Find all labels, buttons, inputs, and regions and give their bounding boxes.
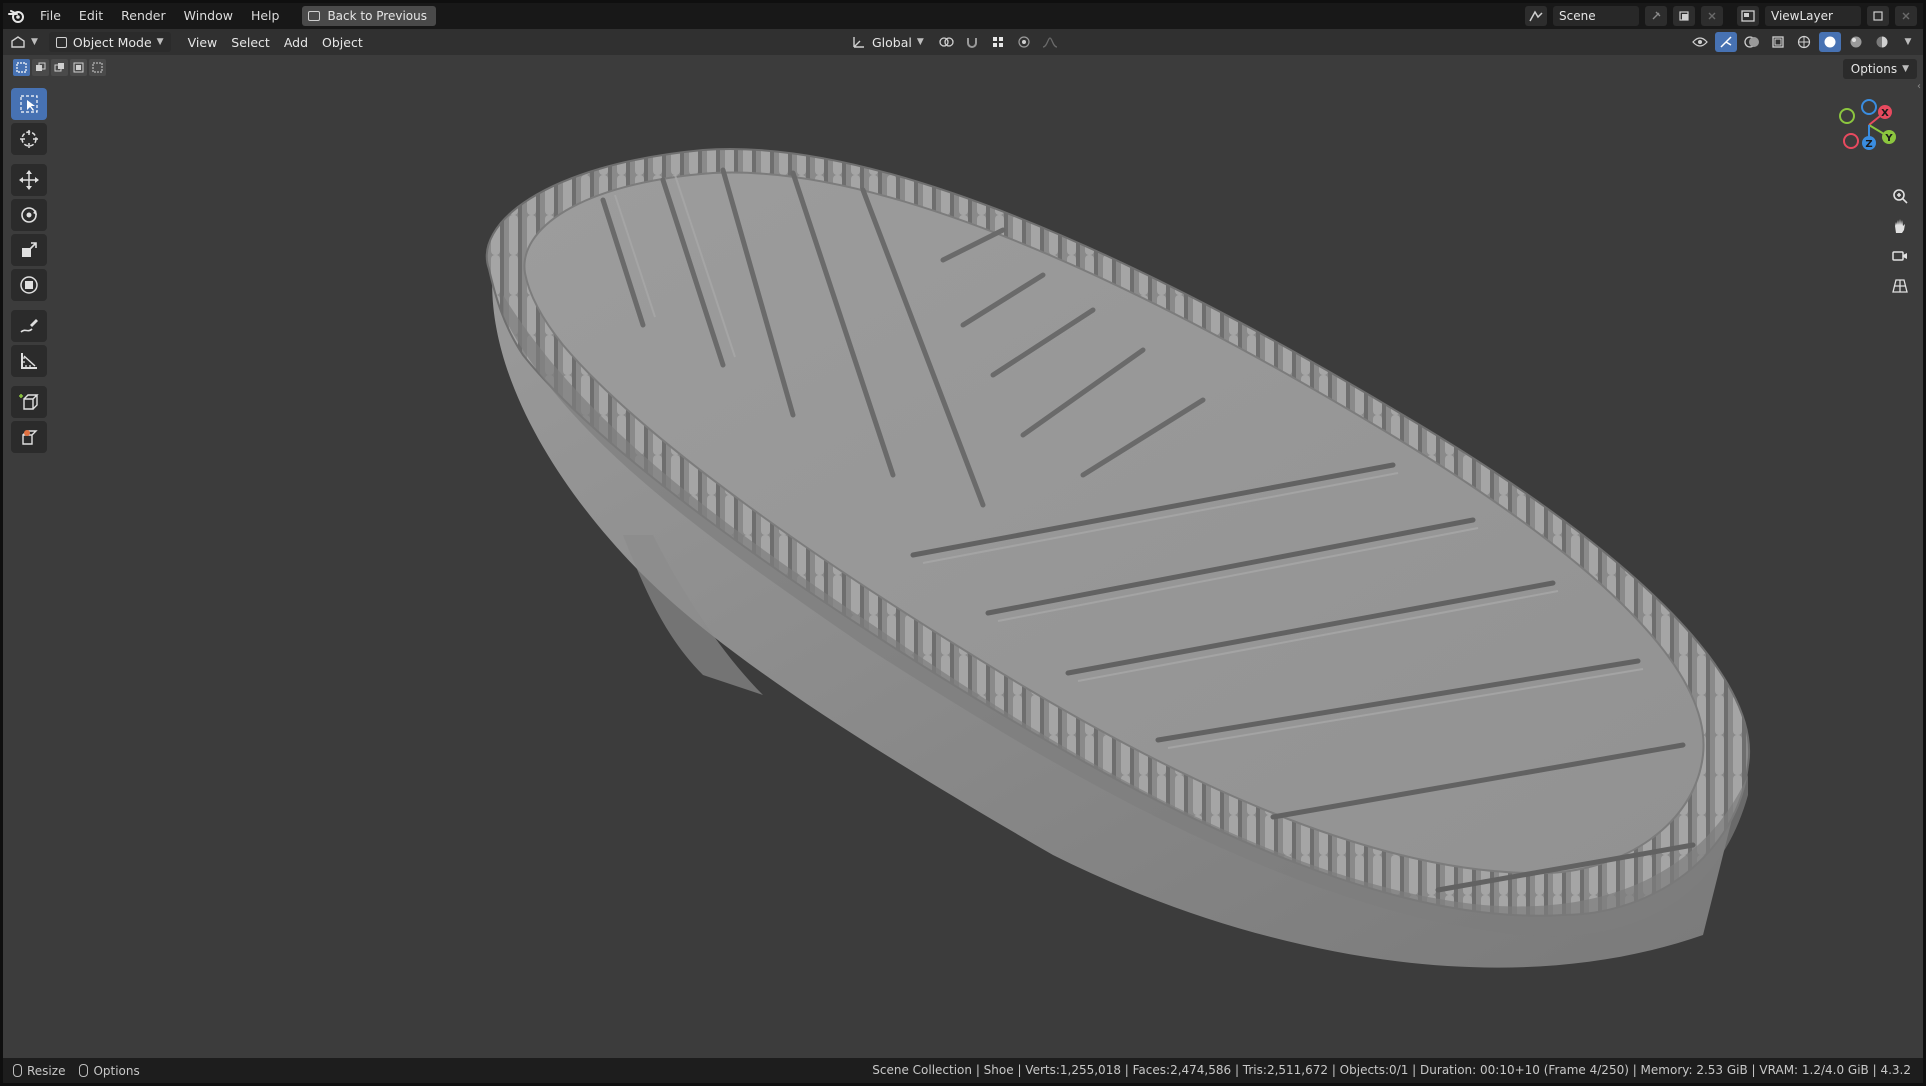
- move-tool-icon[interactable]: [11, 164, 47, 196]
- status-hint-resize-label: Resize: [27, 1063, 66, 1078]
- menu-view[interactable]: View: [181, 32, 225, 52]
- new-scene-icon[interactable]: [1673, 6, 1695, 26]
- orientation-axes-icon: [853, 37, 864, 48]
- gizmo-y-label: Y: [1884, 133, 1893, 144]
- shading-options-icon[interactable]: ▼: [1897, 32, 1919, 52]
- scale-tool-icon[interactable]: [11, 234, 47, 266]
- proportional-editing-icon[interactable]: [1013, 32, 1035, 52]
- wireframe-shading-icon[interactable]: [1793, 32, 1815, 52]
- scene-browse-icon[interactable]: [1525, 6, 1547, 26]
- pivot-point-icon[interactable]: [935, 32, 957, 52]
- navigation-gizmo[interactable]: X Y Z: [1829, 85, 1909, 165]
- scene-statistics: Scene Collection | Shoe | Verts:1,255,01…: [872, 1063, 1911, 1077]
- view-layer-name: ViewLayer: [1771, 9, 1833, 23]
- delete-scene-icon[interactable]: [1701, 6, 1723, 26]
- object-mode-icon: [55, 36, 67, 48]
- overlays-toggle-icon[interactable]: [1741, 32, 1763, 52]
- select-invert-icon[interactable]: [70, 59, 87, 76]
- selection-mode-buttons: [13, 59, 106, 76]
- new-view-layer-icon[interactable]: [1867, 6, 1889, 26]
- xray-toggle-icon[interactable]: [1767, 32, 1789, 52]
- blender-logo-icon[interactable]: [3, 3, 31, 29]
- status-hint-resize: Resize: [13, 1064, 65, 1078]
- editor-type-icon: [11, 36, 25, 48]
- menu-edit[interactable]: Edit: [70, 3, 112, 29]
- status-hint-options: Options: [79, 1063, 140, 1078]
- mode-label: Object Mode: [72, 34, 152, 50]
- perspective-toggle-icon[interactable]: [1887, 273, 1913, 299]
- zoom-icon[interactable]: [1887, 183, 1913, 209]
- gizmo-x-label: X: [1881, 108, 1889, 119]
- add-cube-tool-icon[interactable]: [11, 386, 47, 418]
- select-intersect-icon[interactable]: [89, 59, 106, 76]
- gizmo-toggle-icon[interactable]: [1715, 32, 1737, 52]
- menu-select[interactable]: Select: [224, 32, 277, 52]
- gizmo-z-label: Z: [1865, 139, 1872, 150]
- menu-object[interactable]: Object: [315, 32, 370, 52]
- material-shading-icon[interactable]: [1845, 32, 1867, 52]
- cursor-tool-icon[interactable]: [11, 123, 47, 155]
- view-layer-browse-icon[interactable]: [1737, 6, 1759, 26]
- falloff-icon[interactable]: [1039, 32, 1061, 52]
- status-keymap-hints: Resize Options: [3, 1064, 148, 1078]
- delete-view-layer-icon[interactable]: [1895, 6, 1917, 26]
- transform-tools: Global ▼: [845, 32, 1061, 52]
- measure-tool-icon[interactable]: [11, 345, 47, 377]
- 3d-viewport[interactable]: Options ▼ X Y Z ‹: [3, 55, 1923, 1058]
- transform-orientation-label: Global: [872, 34, 912, 50]
- transform-tool-icon[interactable]: [11, 269, 47, 301]
- gizmo-neg-z[interactable]: [1861, 99, 1877, 115]
- menu-add[interactable]: Add: [277, 32, 315, 52]
- viewport-display-tools: ▼: [1689, 32, 1919, 52]
- status-bar: Resize Options Scene Collection | Shoe |…: [3, 1058, 1923, 1083]
- workspace-selectors: Scene ViewLayer: [1525, 6, 1917, 26]
- camera-view-icon[interactable]: [1887, 243, 1913, 269]
- pan-hand-icon[interactable]: [1887, 213, 1913, 239]
- view-layer-field[interactable]: ViewLayer: [1765, 6, 1861, 26]
- gizmo-neg-x[interactable]: [1843, 133, 1859, 149]
- menu-file[interactable]: File: [31, 3, 70, 29]
- visibility-icon[interactable]: [1689, 32, 1711, 52]
- top-menu-bar: File Edit Render Window Help Back to Pre…: [3, 3, 1923, 29]
- select-new-icon[interactable]: [13, 59, 30, 76]
- transform-orientation-selector[interactable]: Global ▼: [845, 32, 931, 52]
- status-hint-options-label: Options: [93, 1063, 140, 1078]
- gizmo-neg-y[interactable]: [1839, 108, 1855, 124]
- shoe-sole-model: [485, 148, 1751, 968]
- sidebar-expand-icon[interactable]: ‹: [1917, 81, 1921, 92]
- select-box-tool-icon[interactable]: [11, 88, 47, 120]
- tool-shelf: [11, 88, 49, 456]
- scene-name: Scene: [1559, 9, 1596, 23]
- snap-toggle-icon[interactable]: [961, 32, 983, 52]
- annotate-tool-icon[interactable]: [11, 310, 47, 342]
- solid-shading-icon[interactable]: [1819, 32, 1841, 52]
- menu-window[interactable]: Window: [175, 3, 242, 29]
- screen-icon: [308, 11, 321, 21]
- editor-type-selector[interactable]: ▼: [3, 32, 45, 52]
- pin-icon[interactable]: [1645, 6, 1667, 26]
- select-subtract-icon[interactable]: [51, 59, 68, 76]
- menu-render[interactable]: Render: [112, 3, 175, 29]
- add-object-tool-icon[interactable]: [11, 421, 47, 453]
- viewport-options-button[interactable]: Options ▼: [1842, 59, 1917, 79]
- mouse-icon: [13, 1064, 22, 1077]
- options-label: Options: [1850, 62, 1898, 76]
- scene-name-field[interactable]: Scene: [1553, 6, 1639, 26]
- mode-selector[interactable]: Object Mode ▼: [48, 32, 171, 52]
- mouse-right-icon: [79, 1064, 89, 1077]
- snap-target-icon[interactable]: [987, 32, 1009, 52]
- select-extend-icon[interactable]: [32, 59, 49, 76]
- back-to-previous-button[interactable]: Back to Previous: [302, 6, 436, 26]
- menu-help[interactable]: Help: [242, 3, 289, 29]
- rendered-shading-icon[interactable]: [1871, 32, 1893, 52]
- rotate-tool-icon[interactable]: [11, 199, 47, 231]
- viewport-header: ▼ Object Mode ▼ View Select Add Object G…: [3, 29, 1923, 55]
- back-to-previous-label: Back to Previous: [327, 9, 427, 23]
